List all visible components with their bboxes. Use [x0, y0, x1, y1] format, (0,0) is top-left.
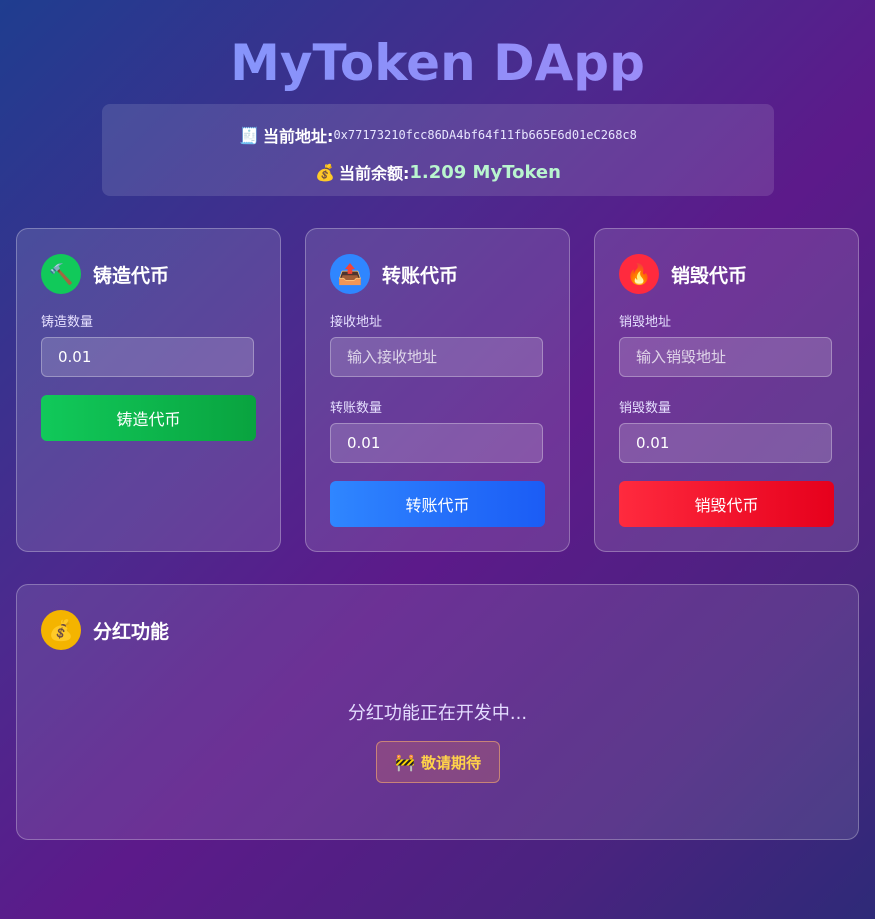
transfer-address-input[interactable] — [330, 337, 543, 377]
money-bag-icon: 💰 — [41, 610, 81, 650]
mint-card-header: 🔨 铸造代币 — [41, 254, 169, 294]
transfer-card-header: 📤 转账代币 — [330, 254, 458, 294]
address-label: 当前地址: — [263, 127, 334, 146]
mint-amount-label: 铸造数量 — [41, 315, 94, 330]
burn-address-input[interactable] — [619, 337, 832, 377]
mint-title: 铸造代币 — [93, 264, 170, 287]
burn-button[interactable]: 销毁代币 — [619, 481, 834, 527]
address-value: 0x77173210fcc86DA4bf64f11fb665E6d01eC268… — [333, 128, 637, 142]
balance-row: 💰 当前余额: 1.209 MyToken — [102, 158, 774, 186]
dividend-panel: 💰 分红功能 分红功能正在开发中... 🚧 敬请期待 — [16, 584, 859, 840]
burn-card-header: 🔥 销毁代币 — [619, 254, 747, 294]
burn-address-label: 销毁地址 — [619, 315, 672, 330]
burn-amount-label: 销毁数量 — [619, 401, 672, 416]
outbox-tray-icon: 📤 — [330, 254, 370, 294]
burn-amount-input[interactable] — [619, 423, 832, 463]
mint-amount-input[interactable] — [41, 337, 254, 377]
dividend-header: 💰 分红功能 — [41, 610, 169, 650]
transfer-title: 转账代币 — [382, 264, 459, 287]
transfer-amount-input[interactable] — [330, 423, 543, 463]
transfer-address-label: 接收地址 — [330, 315, 383, 330]
dividend-status-text: 分红功能正在开发中... — [347, 703, 528, 724]
fire-icon: 🔥 — [619, 254, 659, 294]
address-row: 🧾 当前地址: 0x77173210fcc86DA4bf64f11fb665E6… — [102, 122, 774, 148]
account-info-panel: 🧾 当前地址: 0x77173210fcc86DA4bf64f11fb665E6… — [102, 104, 774, 196]
receipt-icon: 🧾 — [239, 125, 260, 145]
burn-card: 🔥 销毁代币 销毁地址 销毁数量 销毁代币 — [594, 228, 859, 552]
balance-label: 当前余额: — [338, 164, 410, 183]
mint-card: 🔨 铸造代币 铸造数量 铸造代币 — [16, 228, 281, 552]
app-title: MyToken DApp — [0, 30, 875, 96]
money-bag-icon: 💰 — [315, 162, 335, 182]
construction-icon: 🚧 — [395, 752, 415, 772]
coming-soon-label: 敬请期待 — [420, 753, 481, 772]
mint-button[interactable]: 铸造代币 — [41, 395, 256, 441]
coming-soon-button[interactable]: 🚧 敬请期待 — [376, 741, 500, 783]
transfer-button[interactable]: 转账代币 — [330, 481, 545, 527]
transfer-amount-label: 转账数量 — [330, 401, 383, 416]
hammer-icon: 🔨 — [41, 254, 81, 294]
dividend-title: 分红功能 — [93, 620, 170, 643]
burn-title: 销毁代币 — [671, 264, 748, 287]
transfer-card: 📤 转账代币 接收地址 转账数量 转账代币 — [305, 228, 570, 552]
balance-value: 1.209 MyToken — [409, 161, 561, 183]
